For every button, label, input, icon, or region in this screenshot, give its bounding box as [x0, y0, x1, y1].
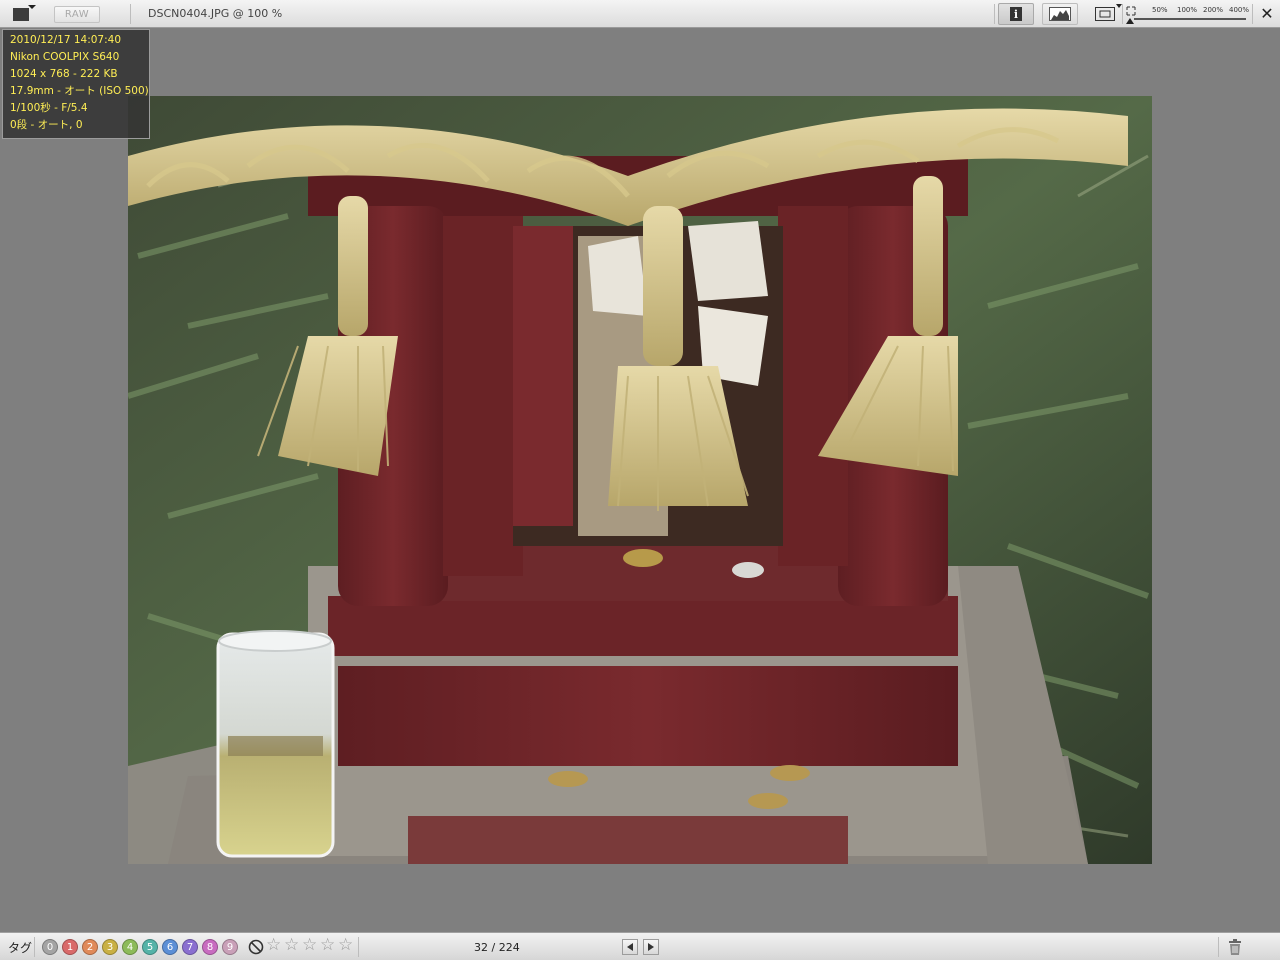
zoom-slider-handle[interactable]: [1126, 18, 1134, 24]
tag-7-button[interactable]: 7: [182, 939, 198, 955]
next-button[interactable]: [643, 939, 659, 955]
close-icon: ✕: [1260, 4, 1274, 23]
tag-2-button[interactable]: 2: [82, 939, 98, 955]
file-title: DSCN0404.JPG @ 100 %: [148, 7, 283, 20]
histogram-button[interactable]: [1042, 3, 1078, 25]
tag-9-button[interactable]: 9: [222, 939, 238, 955]
top-toolbar: RAW DSCN0404.JPG @ 100 % i 50% 100% 200%…: [0, 0, 1280, 28]
raw-button[interactable]: RAW: [54, 6, 100, 23]
shrine-photo: [128, 96, 1152, 864]
toolbar-divider: [1218, 937, 1219, 957]
close-button[interactable]: ✕: [1258, 5, 1276, 23]
rating-star-2-icon[interactable]: ☆: [284, 935, 299, 955]
rating-star-4-icon[interactable]: ☆: [320, 935, 335, 955]
zoom-100-label[interactable]: 100%: [1177, 6, 1197, 14]
delete-button[interactable]: [1226, 938, 1244, 956]
view-mode-icon: [13, 7, 29, 21]
tag-4-button[interactable]: 4: [122, 939, 138, 955]
fit-to-window-icon: [1095, 7, 1115, 21]
zoom-400-label[interactable]: 400%: [1229, 6, 1249, 14]
trash-icon: [1229, 939, 1241, 955]
toolbar-divider: [130, 4, 131, 24]
info-button[interactable]: i: [998, 3, 1034, 25]
toolbar-divider: [1252, 4, 1253, 24]
tag-3-button[interactable]: 3: [102, 939, 118, 955]
dropdown-arrow-icon: [28, 5, 36, 9]
toolbar-divider: [1122, 4, 1123, 24]
tag-1-button[interactable]: 1: [62, 939, 78, 955]
exif-camera: Nikon COOLPIX S640: [10, 51, 120, 63]
exif-lens-iso: 17.9mm - オート (ISO 500): [10, 85, 149, 97]
exif-exposure: 0段 - オート, 0: [10, 119, 83, 131]
next-icon: [648, 943, 654, 951]
histogram-icon: [1049, 7, 1071, 21]
fit-to-window-button[interactable]: [1092, 3, 1122, 25]
bottom-toolbar: タグ 0123456789 ☆ ☆ ☆ ☆ ☆ 32 / 224: [0, 932, 1280, 960]
no-rating-icon[interactable]: [248, 939, 264, 955]
zoom-50-label[interactable]: 50%: [1152, 6, 1168, 14]
toolbar-divider: [358, 937, 359, 957]
exif-info-panel: 2010/12/17 14:07:40 Nikon COOLPIX S640 1…: [2, 29, 150, 139]
toolbar-divider: [994, 4, 995, 24]
photo-viewer-image[interactable]: [128, 96, 1152, 864]
rating-star-1-icon[interactable]: ☆: [266, 935, 281, 955]
tag-0-button[interactable]: 0: [42, 939, 58, 955]
exif-dimensions: 1024 x 768 - 222 KB: [10, 68, 118, 80]
info-icon: i: [1010, 7, 1022, 21]
previous-icon: [627, 943, 633, 951]
tag-8-button[interactable]: 8: [202, 939, 218, 955]
zoom-200-label[interactable]: 200%: [1203, 6, 1223, 14]
image-counter: 32 / 224: [474, 941, 520, 954]
toolbar-divider: [34, 937, 35, 957]
rating-star-3-icon[interactable]: ☆: [302, 935, 317, 955]
tag-label: タグ: [8, 941, 33, 955]
zoom-fit-icon: [1126, 6, 1136, 16]
tag-5-button[interactable]: 5: [142, 939, 158, 955]
view-mode-button[interactable]: [4, 3, 38, 25]
previous-button[interactable]: [622, 939, 638, 955]
exif-shutter-aperture: 1/100秒 - F/5.4: [10, 102, 88, 114]
exif-datetime: 2010/12/17 14:07:40: [10, 34, 122, 46]
zoom-slider-track[interactable]: [1134, 18, 1246, 20]
rating-star-5-icon[interactable]: ☆: [338, 935, 353, 955]
tag-6-button[interactable]: 6: [162, 939, 178, 955]
